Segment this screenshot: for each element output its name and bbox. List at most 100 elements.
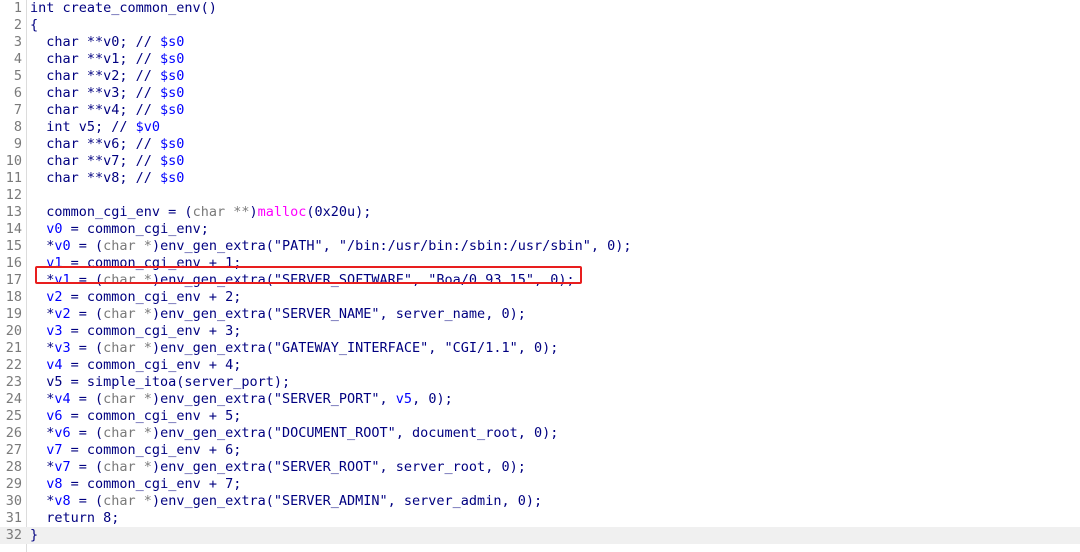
code-line[interactable]: 25 v6 = common_cgi_env + 5; [0, 408, 1080, 425]
code-token: $s0 [160, 51, 185, 67]
code-token: char **v8; // [30, 170, 161, 186]
code-token: = common_cgi_env + 1; [62, 255, 242, 271]
code-token: char **v4; // [30, 102, 161, 118]
code-text[interactable]: v1 = common_cgi_env + 1; [30, 255, 241, 272]
code-text[interactable]: v2 = common_cgi_env + 2; [30, 289, 241, 306]
code-token: $s0 [160, 136, 185, 152]
code-token: v1 [46, 255, 63, 271]
code-text[interactable]: *v0 = (char *)env_gen_extra("PATH", "/bi… [30, 238, 631, 255]
code-line[interactable]: 15 *v0 = (char *)env_gen_extra("PATH", "… [0, 238, 1080, 255]
code-token: ) [249, 204, 258, 220]
code-text[interactable]: return 8; [30, 510, 119, 527]
line-number: 17 [5, 272, 22, 288]
code-line[interactable]: 3 char **v0; // $s0 [0, 34, 1080, 51]
code-text[interactable]: { [30, 17, 38, 34]
code-line[interactable]: 32} [0, 527, 1080, 544]
code-text[interactable]: } [30, 527, 38, 544]
code-line[interactable]: 18 v2 = common_cgi_env + 2; [0, 289, 1080, 306]
code-text[interactable]: char **v6; // $s0 [30, 136, 184, 153]
code-text[interactable]: char **v4; // $s0 [30, 102, 184, 119]
code-token: = common_cgi_env; [62, 221, 209, 237]
code-token: = ( [70, 493, 104, 509]
code-token: * [30, 272, 55, 288]
code-text[interactable]: v7 = common_cgi_env + 6; [30, 442, 241, 459]
code-line[interactable]: 11 char **v8; // $s0 [0, 170, 1080, 187]
code-text[interactable]: char **v3; // $s0 [30, 85, 184, 102]
code-line[interactable]: 1 int create_common_env() [0, 0, 1080, 17]
code-line[interactable]: 17 *v1 = (char *)env_gen_extra("SERVER_S… [0, 272, 1080, 289]
code-token: v0 [54, 238, 71, 254]
code-text[interactable]: v8 = common_cgi_env + 7; [30, 476, 241, 493]
code-line[interactable]: 9 char **v6; // $s0 [0, 136, 1080, 153]
code-line[interactable]: 28 *v7 = (char *)env_gen_extra("SERVER_R… [0, 459, 1080, 476]
code-line[interactable]: 13 common_cgi_env = (char **)malloc(0x20… [0, 204, 1080, 221]
code-token: * [30, 391, 55, 407]
code-line[interactable]: 12 [0, 187, 1080, 204]
pseudocode-editor[interactable]: 1 int create_common_env() 2{3 char **v0; /… [0, 0, 1080, 552]
code-line[interactable]: 14 v0 = common_cgi_env; [0, 221, 1080, 238]
code-line[interactable]: 8 int v5; // $v0 [0, 119, 1080, 136]
line-number: 5 [13, 68, 22, 84]
code-text[interactable]: char **v8; // $s0 [30, 170, 184, 187]
code-line[interactable]: 30 *v8 = (char *)env_gen_extra("SERVER_A… [0, 493, 1080, 510]
code-text[interactable]: *v1 = (char *)env_gen_extra("SERVER_SOFT… [30, 272, 575, 289]
code-line[interactable]: 2{ [0, 17, 1080, 34]
code-text[interactable]: v0 = common_cgi_env; [30, 221, 209, 238]
code-line[interactable]: 26 *v6 = (char *)env_gen_extra("DOCUMENT… [0, 425, 1080, 442]
code-token: v2 [46, 289, 63, 305]
code-text[interactable]: *v2 = (char *)env_gen_extra("SERVER_NAME… [30, 306, 526, 323]
code-token: char **v6; // [30, 136, 161, 152]
code-token: char **v7; // [30, 153, 161, 169]
code-line[interactable]: 10 char **v7; // $s0 [0, 153, 1080, 170]
code-token: = common_cgi_env + 6; [62, 442, 242, 458]
code-text[interactable]: char **v0; // $s0 [30, 34, 184, 51]
code-line[interactable]: 7 char **v4; // $s0 [0, 102, 1080, 119]
code-line[interactable]: 27 v7 = common_cgi_env + 6; [0, 442, 1080, 459]
code-line[interactable]: 31 return 8; [0, 510, 1080, 527]
code-token: * [30, 493, 55, 509]
code-line[interactable]: 19 *v2 = (char *)env_gen_extra("SERVER_N… [0, 306, 1080, 323]
code-token: char **v0; // [30, 34, 161, 50]
code-line[interactable]: 21 *v3 = (char *)env_gen_extra("GATEWAY_… [0, 340, 1080, 357]
line-number: 24 [5, 391, 22, 407]
code-token: v7 [46, 442, 63, 458]
code-token: $v0 [135, 119, 161, 135]
code-text[interactable]: char **v1; // $s0 [30, 51, 184, 68]
code-line[interactable]: 22 v4 = common_cgi_env + 4; [0, 357, 1080, 374]
code-text[interactable]: *v3 = (char *)env_gen_extra("GATEWAY_INT… [30, 340, 558, 357]
code-text[interactable]: *v8 = (char *)env_gen_extra("SERVER_ADMI… [30, 493, 542, 510]
code-line[interactable]: 16 v1 = common_cgi_env + 1; [0, 255, 1080, 272]
code-line[interactable]: 23 v5 = simple_itoa(server_port); [0, 374, 1080, 391]
code-line[interactable]: 24 *v4 = (char *)env_gen_extra("SERVER_P… [0, 391, 1080, 408]
code-token: char * [103, 238, 152, 254]
code-line[interactable]: 29 v8 = common_cgi_env + 7; [0, 476, 1080, 493]
code-token: = ( [70, 238, 104, 254]
code-text[interactable]: v3 = common_cgi_env + 3; [30, 323, 241, 340]
code-line[interactable]: 6 char **v3; // $s0 [0, 85, 1080, 102]
code-token: char * [103, 272, 152, 288]
code-text[interactable]: char **v7; // $s0 [30, 153, 184, 170]
code-text[interactable]: *v7 = (char *)env_gen_extra("SERVER_ROOT… [30, 459, 526, 476]
code-token: char * [103, 391, 152, 407]
code-text[interactable]: v6 = common_cgi_env + 5; [30, 408, 241, 425]
code-text[interactable]: v4 = common_cgi_env + 4; [30, 357, 241, 374]
code-text[interactable]: int create_common_env() [30, 0, 217, 17]
code-token: $s0 [160, 68, 185, 84]
code-text[interactable]: *v4 = (char *)env_gen_extra("SERVER_PORT… [30, 391, 452, 408]
code-text[interactable]: int v5; // $v0 [30, 119, 160, 136]
code-line[interactable]: 4 char **v1; // $s0 [0, 51, 1080, 68]
code-text[interactable]: *v6 = (char *)env_gen_extra("DOCUMENT_RO… [30, 425, 558, 442]
code-token: )env_gen_extra("SERVER_ADMIN", server_ad… [151, 493, 543, 509]
code-token: common_cgi_env = ( [30, 204, 193, 220]
code-token: )env_gen_extra("SERVER_SOFTWARE", "Boa/0… [151, 272, 575, 288]
code-text[interactable]: common_cgi_env = (char **)malloc(0x20u); [30, 204, 371, 221]
code-line[interactable]: 20 v3 = common_cgi_env + 3; [0, 323, 1080, 340]
line-number: 25 [5, 408, 22, 424]
code-text[interactable]: v5 = simple_itoa(server_port); [30, 374, 290, 391]
code-line[interactable]: 5 char **v2; // $s0 [0, 68, 1080, 85]
code-text[interactable]: char **v2; // $s0 [30, 68, 184, 85]
